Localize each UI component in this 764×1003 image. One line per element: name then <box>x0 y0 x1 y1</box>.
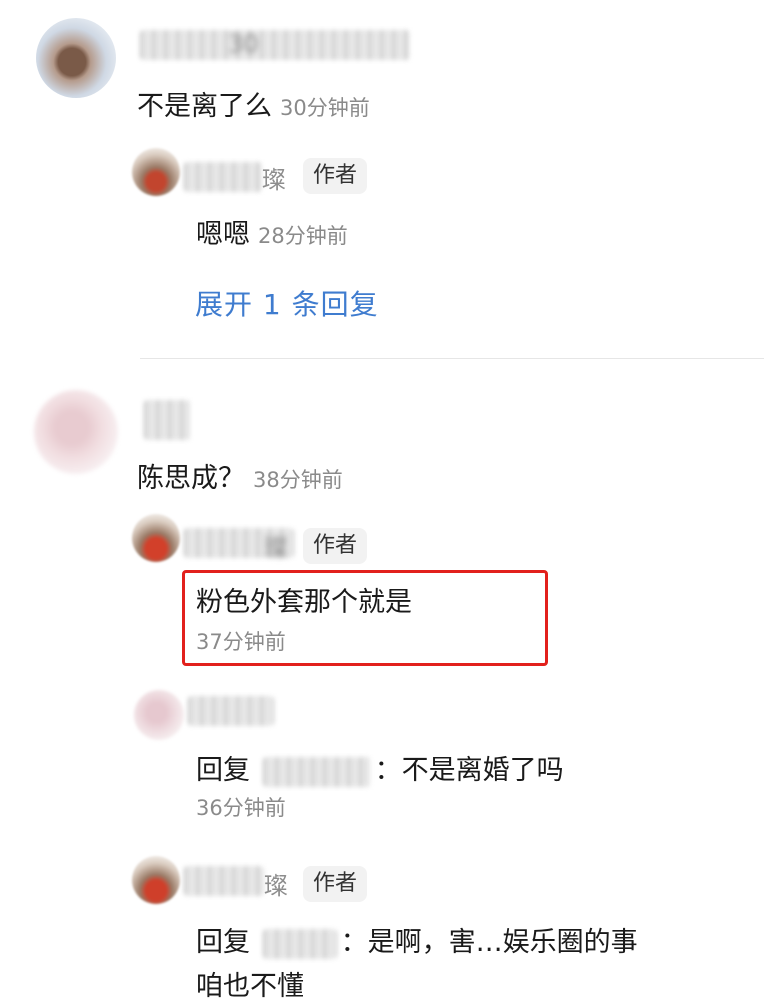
timestamp: 38分钟前 <box>253 468 343 492</box>
username-fragment: 璨 <box>264 534 288 562</box>
reply-body[interactable]: 粉色外套那个就是 <box>196 580 412 619</box>
reply-body: ：不是离婚了吗 <box>374 755 564 786</box>
author-badge: 作者 <box>303 158 368 194</box>
avatar[interactable] <box>132 856 180 904</box>
reply-text[interactable]: 嗯嗯 28分钟前 <box>196 212 348 251</box>
comment-2: 陈思成？ 38分钟前 璨 作者 粉色外套那个就是 37分钟前 回复 ：不是离婚了吗… <box>0 360 764 1002</box>
timestamp: 28分钟前 <box>258 224 348 248</box>
avatar[interactable] <box>34 390 118 474</box>
comment-text[interactable]: 陈思成？ 38分钟前 <box>137 456 343 495</box>
mention-blurred[interactable] <box>262 756 371 787</box>
avatar[interactable] <box>36 18 116 98</box>
timestamp: 37分钟前 <box>196 630 286 654</box>
divider <box>140 358 764 359</box>
comment-text[interactable]: 不是离了么 30分钟前 <box>137 84 370 123</box>
reply-text[interactable]: 回复 ：是啊，害…娱乐圈的事 <box>196 920 638 959</box>
author-badge: 作者 <box>303 528 368 564</box>
timestamp: 30分钟前 <box>280 96 370 120</box>
username-blurred[interactable] <box>188 696 274 726</box>
expand-replies-link[interactable]: 展开 1 条回复 <box>195 283 379 323</box>
avatar[interactable] <box>132 514 180 562</box>
avatar[interactable] <box>132 148 180 196</box>
reply-body-line-2: 咱也不懂 <box>196 971 304 1002</box>
username-blurred[interactable] <box>140 30 410 60</box>
mention-blurred[interactable] <box>262 928 337 959</box>
username-blurred[interactable] <box>144 400 190 440</box>
comment-1: 30 不是离了么 30分钟前 璨 作者 嗯嗯 28分钟前 展开 1 条回复 <box>0 0 764 360</box>
timestamp: 36分钟前 <box>196 796 286 820</box>
reply-body-line-1: ：是啊，害…娱乐圈的事 <box>340 927 638 958</box>
reply-text[interactable]: 回复 ：不是离婚了吗 <box>196 748 564 787</box>
username-blurred[interactable] <box>184 162 262 192</box>
username-blurred[interactable] <box>184 866 264 896</box>
author-badge: 作者 <box>303 866 368 902</box>
reply-prefix: 回复 <box>196 927 250 958</box>
reply-body: 嗯嗯 <box>196 219 250 250</box>
comment-body: 不是离了么 <box>137 91 272 122</box>
username-fragment: 璨 <box>264 872 288 900</box>
comment-body: 陈思成？ <box>137 463 245 494</box>
username-fragment: 30 <box>228 30 259 58</box>
reply-prefix: 回复 <box>196 755 250 786</box>
username-fragment: 璨 <box>262 166 286 194</box>
avatar[interactable] <box>134 690 184 740</box>
